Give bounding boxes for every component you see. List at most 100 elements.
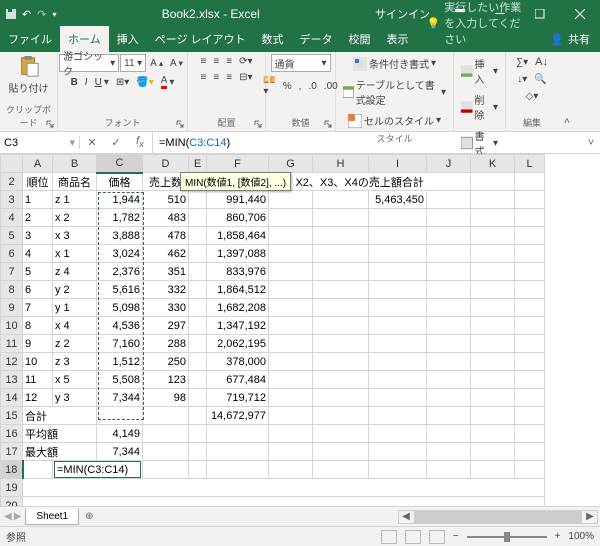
cell[interactable]: [97, 407, 143, 425]
cell[interactable]: [471, 173, 515, 191]
undo-icon[interactable]: ↶: [22, 8, 31, 21]
row-header[interactable]: 19: [1, 479, 23, 497]
autosum-button[interactable]: ∑▾: [513, 55, 531, 70]
cell[interactable]: [369, 389, 427, 407]
cell[interactable]: [269, 281, 313, 299]
sheet-tab-sheet1[interactable]: Sheet1: [25, 509, 79, 525]
cell[interactable]: 3,024: [97, 245, 143, 263]
cell[interactable]: 297: [143, 317, 189, 335]
cell[interactable]: [313, 353, 369, 371]
cell[interactable]: 14,672,977: [207, 407, 269, 425]
cell[interactable]: [313, 407, 369, 425]
cell[interactable]: [427, 299, 471, 317]
cell[interactable]: [515, 227, 545, 245]
cell[interactable]: 1,944: [97, 191, 143, 209]
cell[interactable]: [269, 461, 313, 479]
cell[interactable]: [269, 245, 313, 263]
cell[interactable]: 1,397,088: [207, 245, 269, 263]
cell[interactable]: 833,976: [207, 263, 269, 281]
row-header[interactable]: 4: [1, 209, 23, 227]
cell[interactable]: [269, 299, 313, 317]
col-header-C[interactable]: C: [97, 155, 143, 173]
worksheet-grid[interactable]: A B C D E F G H I J K L 2 順位 商品名 価格 売上数 …: [0, 154, 545, 506]
cell[interactable]: [143, 443, 189, 461]
cell[interactable]: [471, 263, 515, 281]
cell[interactable]: [207, 425, 269, 443]
cell[interactable]: 1: [23, 191, 53, 209]
cell[interactable]: 378,000: [207, 353, 269, 371]
row-header[interactable]: 12: [1, 353, 23, 371]
cell[interactable]: [189, 389, 207, 407]
cell[interactable]: x 3: [53, 227, 97, 245]
cell[interactable]: [471, 245, 515, 263]
cell[interactable]: [269, 371, 313, 389]
cell[interactable]: [471, 425, 515, 443]
cell[interactable]: [369, 227, 427, 245]
cell[interactable]: [313, 209, 369, 227]
cell[interactable]: 719,712: [207, 389, 269, 407]
cell[interactable]: [189, 353, 207, 371]
cell[interactable]: 1,682,208: [207, 299, 269, 317]
find-button[interactable]: 🔍: [531, 72, 549, 87]
cell[interactable]: [313, 245, 369, 263]
expand-formula-bar-icon[interactable]: ˅: [582, 137, 600, 149]
enter-formula-button[interactable]: ✓: [104, 132, 128, 154]
cell[interactable]: [189, 281, 207, 299]
cell[interactable]: 5: [23, 263, 53, 281]
save-icon[interactable]: [6, 9, 16, 19]
tab-insert[interactable]: 挿入: [109, 26, 147, 52]
cell[interactable]: [471, 191, 515, 209]
cell-styles-button[interactable]: セルのスタイル▾: [345, 111, 444, 130]
cell[interactable]: 7: [23, 299, 53, 317]
cell[interactable]: 478: [143, 227, 189, 245]
zoom-thumb[interactable]: [504, 532, 510, 542]
tell-me-search[interactable]: 💡 実行したい作業を入力してください: [417, 0, 541, 52]
decrease-font-icon[interactable]: A▾: [167, 56, 186, 71]
cell[interactable]: [313, 425, 369, 443]
cell[interactable]: 合計: [23, 407, 97, 425]
cell[interactable]: 510: [143, 191, 189, 209]
tab-pagelayout[interactable]: ページ レイアウト: [147, 26, 254, 52]
col-header-F[interactable]: F: [207, 155, 269, 173]
cell[interactable]: [23, 497, 545, 507]
cell[interactable]: [471, 353, 515, 371]
align-top-icon[interactable]: ≡: [198, 54, 210, 69]
col-header-A[interactable]: A: [23, 155, 53, 173]
cell[interactable]: 1,512: [97, 353, 143, 371]
cell[interactable]: [269, 335, 313, 353]
align-launcher-icon[interactable]: [253, 119, 263, 129]
zoom-level[interactable]: 100%: [568, 531, 594, 542]
new-sheet-button[interactable]: ⊕: [79, 511, 99, 522]
cell[interactable]: [427, 263, 471, 281]
row-header[interactable]: 16: [1, 425, 23, 443]
cell[interactable]: 2,062,195: [207, 335, 269, 353]
redo-icon[interactable]: ↷: [37, 8, 46, 21]
cell[interactable]: [313, 443, 369, 461]
cell[interactable]: 6: [23, 281, 53, 299]
font-name-combo[interactable]: 游ゴシック▾: [59, 54, 119, 72]
cell[interactable]: [207, 461, 269, 479]
cell[interactable]: [515, 209, 545, 227]
align-center-icon[interactable]: ≡: [210, 70, 222, 85]
cell[interactable]: [313, 227, 369, 245]
cell[interactable]: [427, 443, 471, 461]
normal-view-button[interactable]: [381, 530, 397, 544]
row-header[interactable]: 2: [1, 173, 23, 191]
cell[interactable]: [427, 245, 471, 263]
cell[interactable]: 288: [143, 335, 189, 353]
cell[interactable]: [269, 407, 313, 425]
cell[interactable]: [313, 191, 369, 209]
cell[interactable]: [427, 353, 471, 371]
clear-button[interactable]: ◇▾: [523, 89, 542, 104]
row-header[interactable]: 13: [1, 371, 23, 389]
col-header-G[interactable]: G: [269, 155, 313, 173]
cell[interactable]: y 1: [53, 299, 97, 317]
cell[interactable]: [515, 317, 545, 335]
number-launcher-icon[interactable]: [323, 119, 333, 129]
cell[interactable]: [269, 443, 313, 461]
font-launcher-icon[interactable]: [175, 119, 185, 129]
cell[interactable]: [23, 479, 545, 497]
cell[interactable]: 3,888: [97, 227, 143, 245]
cell[interactable]: [369, 461, 427, 479]
italic-button[interactable]: I: [82, 75, 91, 90]
